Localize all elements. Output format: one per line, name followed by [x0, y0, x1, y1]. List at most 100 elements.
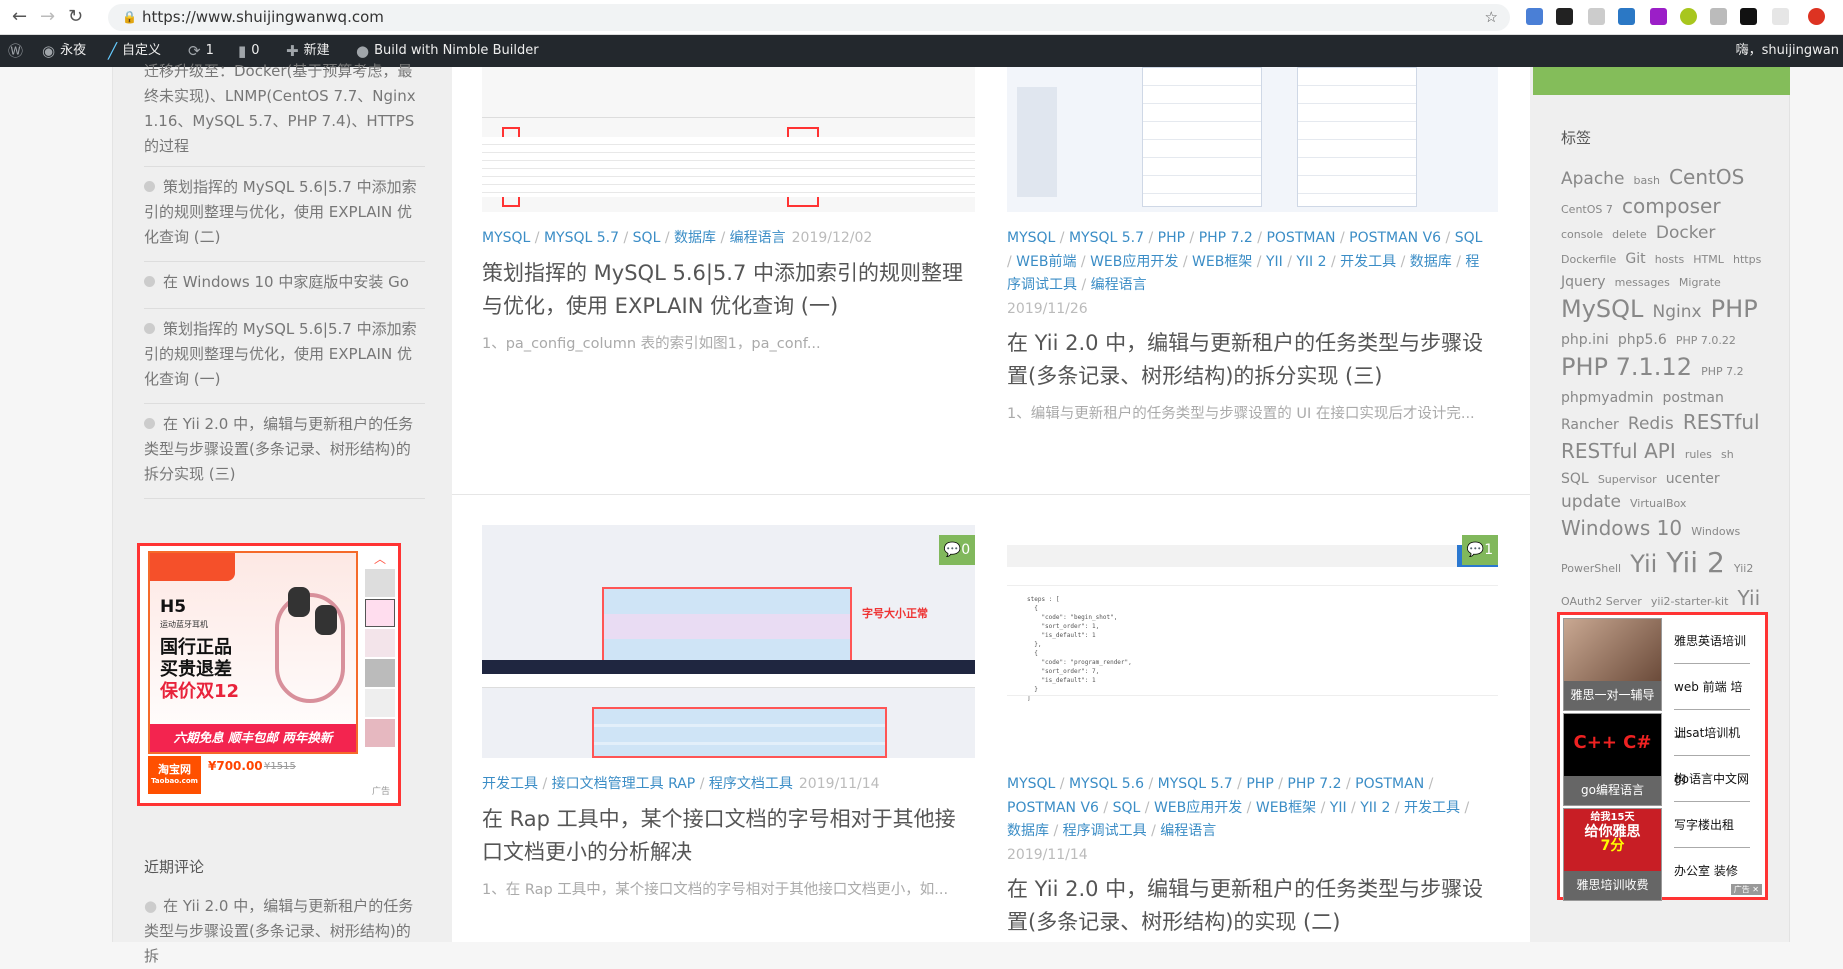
tag-link[interactable]: Migrate	[1679, 276, 1721, 289]
post-thumbnail[interactable]: 字号大小正常 💬0	[482, 525, 975, 758]
taobao-ad[interactable]: H5 运动蓝牙耳机 国行正品 买贵退差 保价双12 六期免息 顺丰包邮 两年换新…	[137, 543, 401, 806]
recent-post-link[interactable]: 在 Yii 2.0 中，编辑与更新租户的任务类型与步骤设置(多条记录、树形结构)…	[144, 412, 419, 487]
baidu-ad[interactable]: 雅思一对一辅导 C++ C# go编程语言 给我15天 给你雅思 7分 雅思培训收…	[1557, 612, 1768, 901]
tag-link[interactable]: delete	[1612, 228, 1647, 241]
category-link[interactable]: 编程语言	[1160, 823, 1216, 839]
category-link[interactable]: WEB应用开发	[1154, 800, 1242, 816]
category-link[interactable]: POSTMAN V6	[1007, 800, 1099, 816]
tag-link[interactable]: RESTful	[1683, 410, 1760, 434]
tag-link[interactable]: update	[1561, 492, 1621, 512]
bookmark-star-icon[interactable]: ☆	[1485, 4, 1498, 31]
comment-count-badge[interactable]: 💬1	[1462, 535, 1498, 565]
category-link[interactable]: 开发工具	[482, 776, 538, 792]
tag-link[interactable]: HTML	[1693, 253, 1724, 266]
tag-link[interactable]: PHP 7.1.12	[1561, 353, 1692, 381]
extension-icon[interactable]	[1740, 8, 1757, 25]
category-link[interactable]: MYSQL	[1007, 230, 1055, 246]
tag-link[interactable]: PHP	[1711, 295, 1758, 323]
category-link[interactable]: WEB应用开发	[1090, 254, 1178, 270]
tag-link[interactable]: console	[1561, 228, 1603, 241]
category-link[interactable]: WEB框架	[1192, 254, 1252, 270]
ad-link[interactable]: web 前端 培训	[1674, 664, 1750, 740]
ad-thumbnail[interactable]	[365, 629, 395, 657]
category-link[interactable]: WEB前端	[1016, 254, 1076, 270]
forward-icon[interactable]: →	[40, 6, 55, 27]
back-icon[interactable]: ←	[12, 6, 27, 27]
tag-link[interactable]: Nginx	[1653, 302, 1702, 322]
category-link[interactable]: SQL	[1455, 230, 1483, 246]
tag-link[interactable]: MySQL	[1561, 295, 1643, 323]
extension-icon[interactable]	[1618, 8, 1635, 25]
category-link[interactable]: 编程语言	[730, 230, 786, 246]
ad-thumbnail[interactable]	[365, 689, 395, 717]
post-title[interactable]: 在 Yii 2.0 中，编辑与更新租户的任务类型与步骤设置(多条记录、树形结构)…	[1007, 873, 1487, 939]
tag-link[interactable]: PHP 7.0.22	[1676, 334, 1736, 347]
category-link[interactable]: POSTMAN V6	[1349, 230, 1441, 246]
ad-label[interactable]: 广告 ✕	[1730, 884, 1762, 895]
post-title[interactable]: 在 Rap 工具中，某个接口文档的字号相对于其他接口文档更小的分析解决	[482, 803, 975, 869]
tag-link[interactable]: rules	[1685, 448, 1712, 461]
ad-picture[interactable]: 给我15天 给你雅思 7分 雅思培训收费	[1563, 808, 1662, 901]
address-bar[interactable]: 🔒 https://www.shuijingwanwq.com ☆	[108, 4, 1510, 31]
tag-link[interactable]: Yii 2	[1666, 546, 1724, 579]
tag-link[interactable]: yii2-starter-kit	[1651, 595, 1729, 608]
tag-link[interactable]: CentOS	[1669, 165, 1744, 189]
post-thumbnail[interactable]	[1007, 67, 1498, 212]
category-link[interactable]: 数据库	[1007, 823, 1049, 839]
tag-link[interactable]: bash	[1634, 174, 1660, 187]
post-thumbnail[interactable]	[482, 67, 975, 212]
ad-thumbnail[interactable]	[365, 659, 395, 687]
category-link[interactable]: MYSQL 5.6	[1069, 776, 1144, 792]
recent-post-link[interactable]: 在 Windows 10 中家庭版中安装 Go	[144, 270, 419, 295]
tag-link[interactable]: Apache	[1561, 169, 1624, 189]
tag-link[interactable]: Yii	[1630, 550, 1657, 578]
extension-icon[interactable]	[1526, 8, 1543, 25]
ad-link[interactable]: 上sat培训机构	[1674, 710, 1750, 786]
extension-icon[interactable]	[1650, 8, 1667, 25]
category-link[interactable]: MYSQL	[1007, 776, 1055, 792]
ad-thumbnail[interactable]	[365, 569, 395, 597]
extension-icon[interactable]	[1772, 8, 1789, 25]
tag-link[interactable]: messages	[1615, 276, 1670, 289]
chevron-up-icon[interactable]: ︿	[365, 550, 395, 567]
tag-link[interactable]: SQL	[1561, 471, 1589, 487]
tag-link[interactable]: php5.6	[1618, 332, 1667, 348]
tag-link[interactable]: phpmyadmin	[1561, 390, 1653, 406]
extension-icon[interactable]	[1556, 8, 1573, 25]
category-link[interactable]: PHP 7.2	[1199, 230, 1253, 246]
category-link[interactable]: 数据库	[674, 230, 716, 246]
tag-link[interactable]: postman	[1663, 390, 1724, 406]
ad-thumbnail-strip[interactable]: ︿	[365, 550, 395, 782]
recent-post-link[interactable]: 迁移升级至：Docker(基于预算考虑，最终未实现)、LNMP(CentOS 7…	[144, 59, 419, 159]
tag-link[interactable]: Jquery	[1561, 274, 1606, 290]
tag-link[interactable]: Git	[1625, 251, 1645, 267]
category-link[interactable]: 开发工具	[1340, 254, 1396, 270]
category-link[interactable]: SQL	[1113, 800, 1141, 816]
category-link[interactable]: PHP 7.2	[1287, 776, 1341, 792]
category-link[interactable]: WEB框架	[1256, 800, 1316, 816]
reload-icon[interactable]: ↻	[68, 6, 83, 27]
tag-link[interactable]: hosts	[1655, 253, 1684, 266]
category-link[interactable]: POSTMAN	[1355, 776, 1424, 792]
post-title[interactable]: 策划指挥的 MySQL 5.6|5.7 中添加索引的规则整理与优化，使用 EXP…	[482, 257, 975, 323]
tag-link[interactable]: Windows 10	[1561, 516, 1682, 540]
night-mode-button[interactable]: ◉ 永夜	[42, 35, 86, 67]
user-account-menu[interactable]: 嗨，shuijingwan	[1736, 35, 1839, 67]
category-link[interactable]: MYSQL 5.7	[1158, 776, 1233, 792]
tag-link[interactable]: RESTful API	[1561, 439, 1676, 463]
category-link[interactable]: MYSQL 5.7	[1069, 230, 1144, 246]
category-link[interactable]: 程序文档工具	[709, 776, 793, 792]
category-link[interactable]: YII 2	[1296, 254, 1326, 270]
extension-icon[interactable]	[1710, 8, 1727, 25]
category-link[interactable]: 开发工具	[1404, 800, 1460, 816]
category-link[interactable]: SQL	[633, 230, 661, 246]
recent-post-link[interactable]: 策划指挥的 MySQL 5.6|5.7 中添加索引的规则整理与优化，使用 EXP…	[144, 317, 419, 392]
tag-link[interactable]: CentOS 7	[1561, 203, 1613, 216]
category-link[interactable]: 接口文档管理工具 RAP	[552, 776, 696, 792]
comment-count-badge[interactable]: 💬0	[939, 535, 975, 565]
extension-icon[interactable]	[1680, 8, 1697, 25]
tag-link[interactable]: PHP 7.2	[1701, 365, 1744, 378]
extension-icon[interactable]	[1588, 8, 1605, 25]
category-link[interactable]: 数据库	[1410, 254, 1452, 270]
category-link[interactable]: YII	[1266, 254, 1283, 270]
